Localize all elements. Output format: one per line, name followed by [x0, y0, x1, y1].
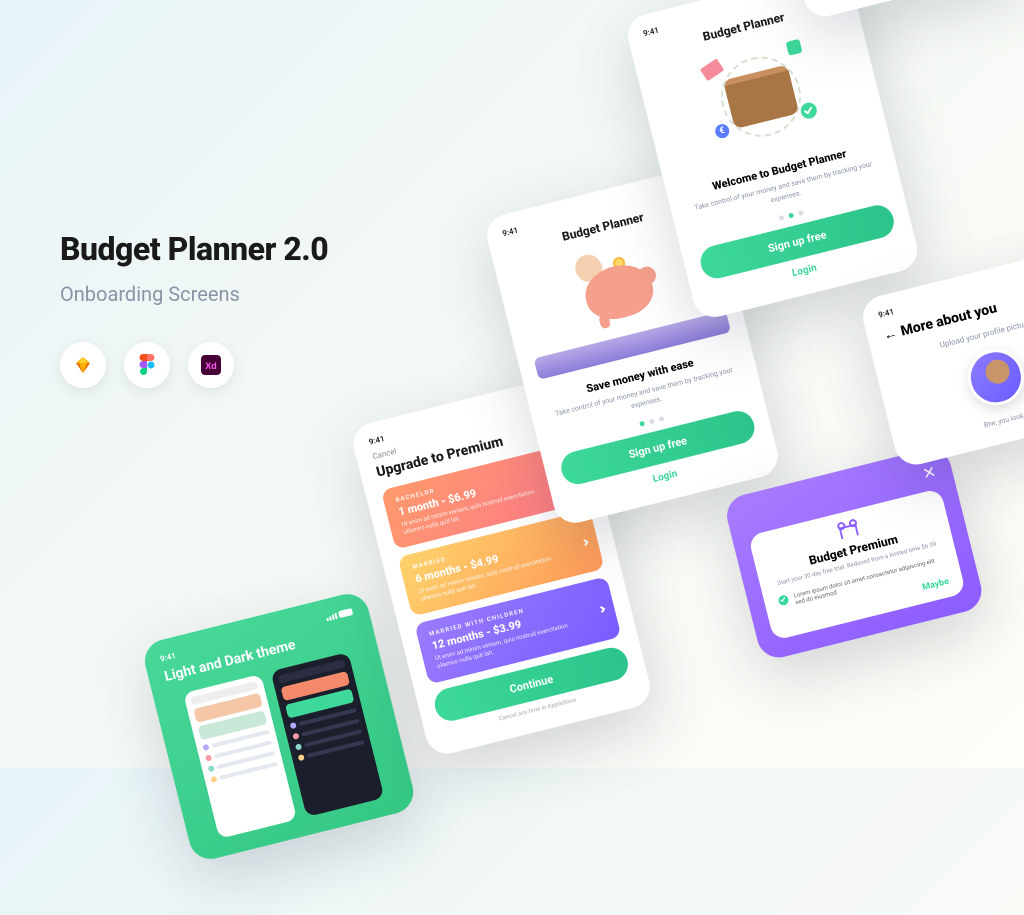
figma-icon: [124, 342, 170, 388]
euro-icon: €: [714, 123, 731, 140]
crown-icon: [839, 523, 859, 539]
hero-title: Budget Planner 2.0: [60, 230, 328, 268]
premium-modal-screen: ✕ Budget Premium Start your 30 day free …: [722, 444, 986, 662]
sketch-icon: [60, 342, 106, 388]
xd-icon: Xd: [188, 342, 234, 388]
svg-text:Xd: Xd: [205, 361, 217, 371]
card-icon: [700, 58, 724, 81]
check-icon: [799, 101, 818, 120]
tool-icons: Xd: [60, 342, 328, 388]
theme-screen: 9:41 Light and Dark theme: [140, 590, 418, 864]
back-button[interactable]: ←: [882, 325, 899, 344]
check-icon: [777, 594, 789, 606]
chevron-right-icon: [582, 539, 589, 546]
about-you-screen: 9:41 ← More about you Upload your profil…: [858, 246, 1024, 470]
hero-section: Budget Planner 2.0 Onboarding Screens Xd: [60, 230, 328, 388]
hero-subtitle: Onboarding Screens: [60, 282, 328, 306]
avatar[interactable]: [962, 343, 1024, 411]
bag-icon: [786, 39, 803, 56]
chevron-right-icon: [598, 606, 605, 613]
